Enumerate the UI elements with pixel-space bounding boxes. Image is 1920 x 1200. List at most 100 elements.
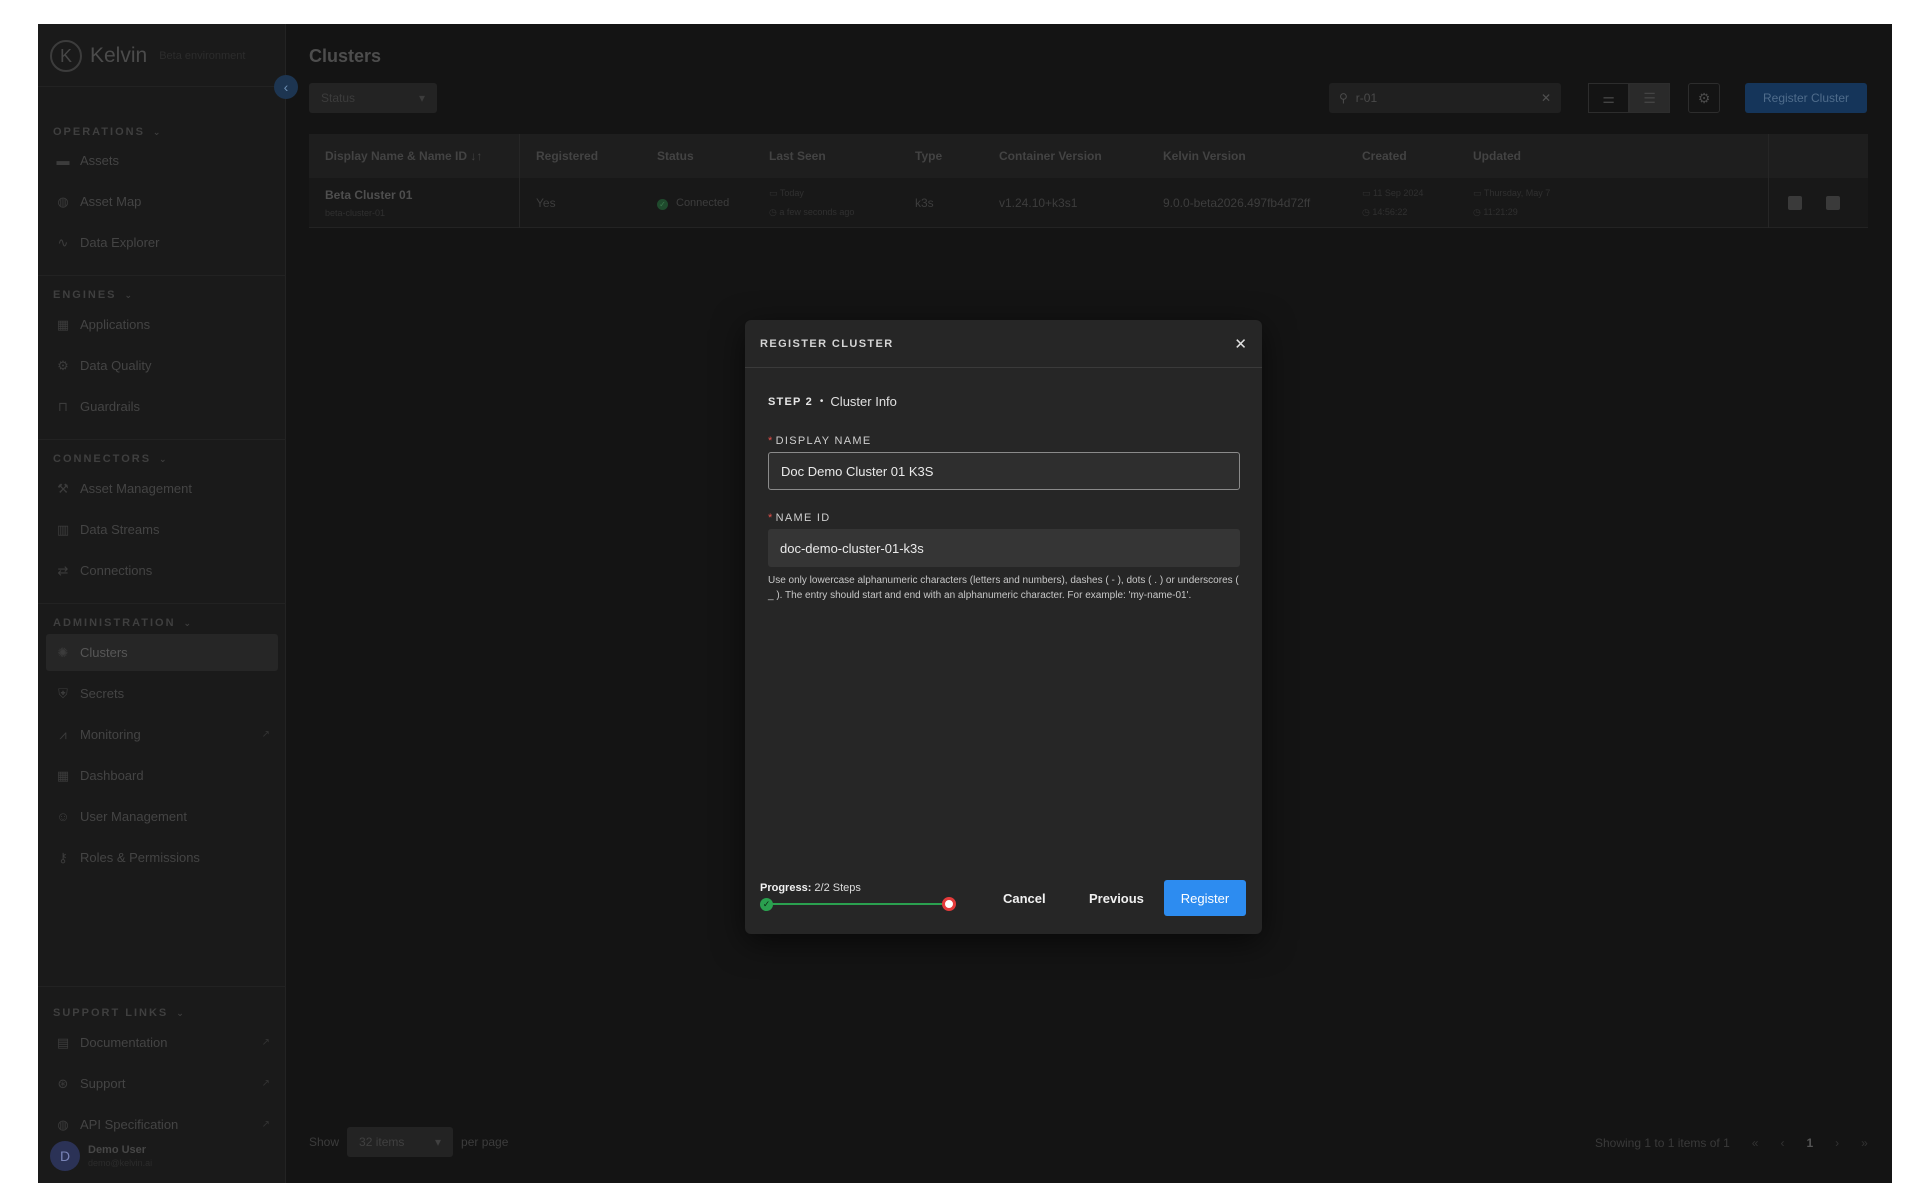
- compact-view-button[interactable]: ⚌: [1588, 83, 1629, 113]
- register-cluster-button[interactable]: Register Cluster: [1745, 83, 1867, 113]
- table-settings-button[interactable]: ⚙: [1688, 83, 1720, 113]
- sidebar-item-asset-management[interactable]: ⚒ Asset Management: [46, 470, 278, 507]
- sidebar-item-label: Connections: [80, 563, 153, 578]
- per-page-control: Show 32 items ▾ per page: [309, 1127, 508, 1157]
- register-cluster-dialog: REGISTER CLUSTER ✕ STEP 2 • Cluster Info…: [745, 320, 1262, 934]
- sidebar-item-support[interactable]: ⊛ Support ↗: [46, 1065, 278, 1102]
- sidebar-item-asset-map[interactable]: ◍ Asset Map: [46, 183, 278, 220]
- step-name: Cluster Info: [830, 394, 897, 409]
- list-view-button[interactable]: ☰: [1629, 83, 1670, 113]
- previous-page-icon[interactable]: ‹: [1780, 1136, 1784, 1150]
- search-icon: ⚲: [1339, 91, 1348, 105]
- section-connectors[interactable]: CONNECTORS ⌄: [53, 451, 167, 467]
- current-page[interactable]: 1: [1806, 1136, 1813, 1150]
- sidebar-item-guardrails[interactable]: ⊓ Guardrails: [46, 388, 278, 425]
- sidebar-item-data-streams[interactable]: ▥ Data Streams: [46, 511, 278, 548]
- table-row[interactable]: Beta Cluster 01 beta-cluster-01 Yes ✓ Con…: [309, 178, 1868, 228]
- user-key-icon: ⚷: [58, 849, 68, 865]
- dialog-title: REGISTER CLUSTER: [760, 337, 894, 350]
- user-profile[interactable]: D Demo User demo@kelvin.ai: [50, 1141, 152, 1171]
- last-seen-date: ▭ Today: [769, 188, 804, 199]
- first-page-icon[interactable]: «: [1752, 1136, 1759, 1150]
- shield-icon: ⛨: [58, 685, 68, 701]
- clear-search-icon[interactable]: ✕: [1541, 91, 1551, 105]
- monitoring-icon: ⩘: [59, 726, 67, 742]
- status-badge: ✓ Connected: [657, 197, 729, 210]
- chevron-down-icon: ⌄: [183, 617, 192, 628]
- caret-down-icon: ▾: [418, 91, 425, 105]
- progress-label: Progress:: [760, 882, 812, 894]
- column-header-kelvin-version[interactable]: Kelvin Version: [1163, 149, 1246, 163]
- sort-icon[interactable]: ↓↑: [470, 149, 482, 163]
- assets-icon: ▬: [56, 153, 70, 168]
- divider: [38, 439, 286, 440]
- next-page-icon[interactable]: ›: [1835, 1136, 1839, 1150]
- column-header-display-name[interactable]: Display Name & Name ID ↓↑: [325, 149, 482, 163]
- name-id-field[interactable]: doc-demo-cluster-01-k3s: [768, 529, 1240, 567]
- gear-icon: ⚙: [57, 357, 69, 373]
- register-button[interactable]: Register: [1164, 880, 1246, 916]
- column-header-registered[interactable]: Registered: [536, 149, 598, 163]
- sidebar-item-documentation[interactable]: ▤ Documentation ↗: [46, 1024, 278, 1061]
- column-header-created[interactable]: Created: [1362, 149, 1407, 163]
- sidebar-item-secrets[interactable]: ⛨ Secrets: [46, 675, 278, 712]
- name-id-help-text: Use only lowercase alphanumeric characte…: [768, 575, 1239, 601]
- sidebar-item-dashboard[interactable]: ▦ Dashboard: [46, 757, 278, 794]
- section-support-links[interactable]: SUPPORT LINKS ⌄: [53, 1005, 184, 1021]
- last-page-icon[interactable]: »: [1861, 1136, 1868, 1150]
- bullet: •: [819, 396, 824, 407]
- required-marker: *: [768, 512, 774, 524]
- sidebar-item-roles-permissions[interactable]: ⚷ Roles & Permissions: [46, 839, 278, 876]
- sidebar-item-applications[interactable]: ▦ Applications: [46, 306, 278, 343]
- step-number: STEP 2: [768, 395, 813, 408]
- sidebar-item-label: Roles & Permissions: [80, 850, 200, 865]
- sidebar-item-clusters[interactable]: ✺ Clusters: [46, 634, 278, 671]
- sidebar-item-data-quality[interactable]: ⚙ Data Quality: [46, 347, 278, 384]
- section-label: OPERATIONS: [53, 126, 145, 138]
- code-view-icon[interactable]: [1788, 196, 1802, 210]
- last-seen-date-label: Today: [779, 188, 804, 198]
- chart-icon[interactable]: [1826, 196, 1840, 210]
- column-header-last-seen[interactable]: Last Seen: [769, 149, 826, 163]
- barrier-icon: ⊓: [57, 398, 69, 414]
- sidebar-item-monitoring[interactable]: ⩘ Monitoring ↗: [46, 716, 278, 753]
- section-engines[interactable]: ENGINES ⌄: [53, 287, 132, 303]
- sidebar-item-data-explorer[interactable]: ∿ Data Explorer: [46, 224, 278, 261]
- column-divider: [519, 178, 520, 228]
- page-title: Clusters: [309, 46, 382, 66]
- updated-date: ▭ Thursday, May 7: [1473, 188, 1550, 199]
- section-label: SUPPORT LINKS: [53, 1007, 169, 1019]
- brand[interactable]: K Kelvin Beta environment: [50, 38, 245, 74]
- column-header-type[interactable]: Type: [915, 149, 942, 163]
- section-operations[interactable]: OPERATIONS ⌄: [53, 124, 160, 140]
- globe-icon: ◍: [57, 193, 69, 209]
- column-divider: [1768, 134, 1769, 178]
- sidebar-item-connections[interactable]: ⇄ Connections: [46, 552, 278, 589]
- sidebar-item-assets[interactable]: ▬ Assets: [46, 142, 278, 179]
- sidebar-item-label: Clusters: [80, 645, 128, 660]
- sidebar-item-api-specification[interactable]: ◍ API Specification ↗: [46, 1106, 278, 1143]
- previous-button[interactable]: Previous: [1079, 880, 1154, 916]
- section-label: ENGINES: [53, 289, 117, 301]
- column-header-updated[interactable]: Updated: [1473, 149, 1521, 163]
- column-header-status[interactable]: Status: [657, 149, 694, 163]
- per-page-select[interactable]: 32 items ▾: [347, 1127, 454, 1157]
- document-icon: ▤: [56, 1034, 70, 1050]
- asset-management-icon: ⚒: [57, 480, 69, 496]
- section-label: ADMINISTRATION: [53, 617, 176, 629]
- cancel-button[interactable]: Cancel: [993, 880, 1056, 916]
- collapse-sidebar-button[interactable]: ‹: [274, 75, 298, 99]
- search-input[interactable]: ⚲ r-01 ✕: [1329, 83, 1561, 113]
- step-indicator: STEP 2 • Cluster Info: [768, 394, 897, 409]
- column-header-container-version[interactable]: Container Version: [999, 149, 1102, 163]
- status-filter-select[interactable]: Status ▾: [309, 83, 437, 113]
- close-icon[interactable]: ✕: [1234, 335, 1247, 353]
- cluster-display-name[interactable]: Beta Cluster 01: [325, 188, 412, 202]
- created-date: ▭ 11 Sep 2024: [1362, 188, 1423, 199]
- bar-chart-icon: ▥: [56, 521, 70, 537]
- registered-value: Yes: [536, 196, 556, 210]
- section-administration[interactable]: ADMINISTRATION ⌄: [53, 615, 191, 631]
- sidebar-item-user-management[interactable]: ☺ User Management: [46, 798, 278, 835]
- user-name: Demo User: [88, 1144, 147, 1156]
- display-name-field[interactable]: Doc Demo Cluster 01 K3S: [768, 452, 1240, 490]
